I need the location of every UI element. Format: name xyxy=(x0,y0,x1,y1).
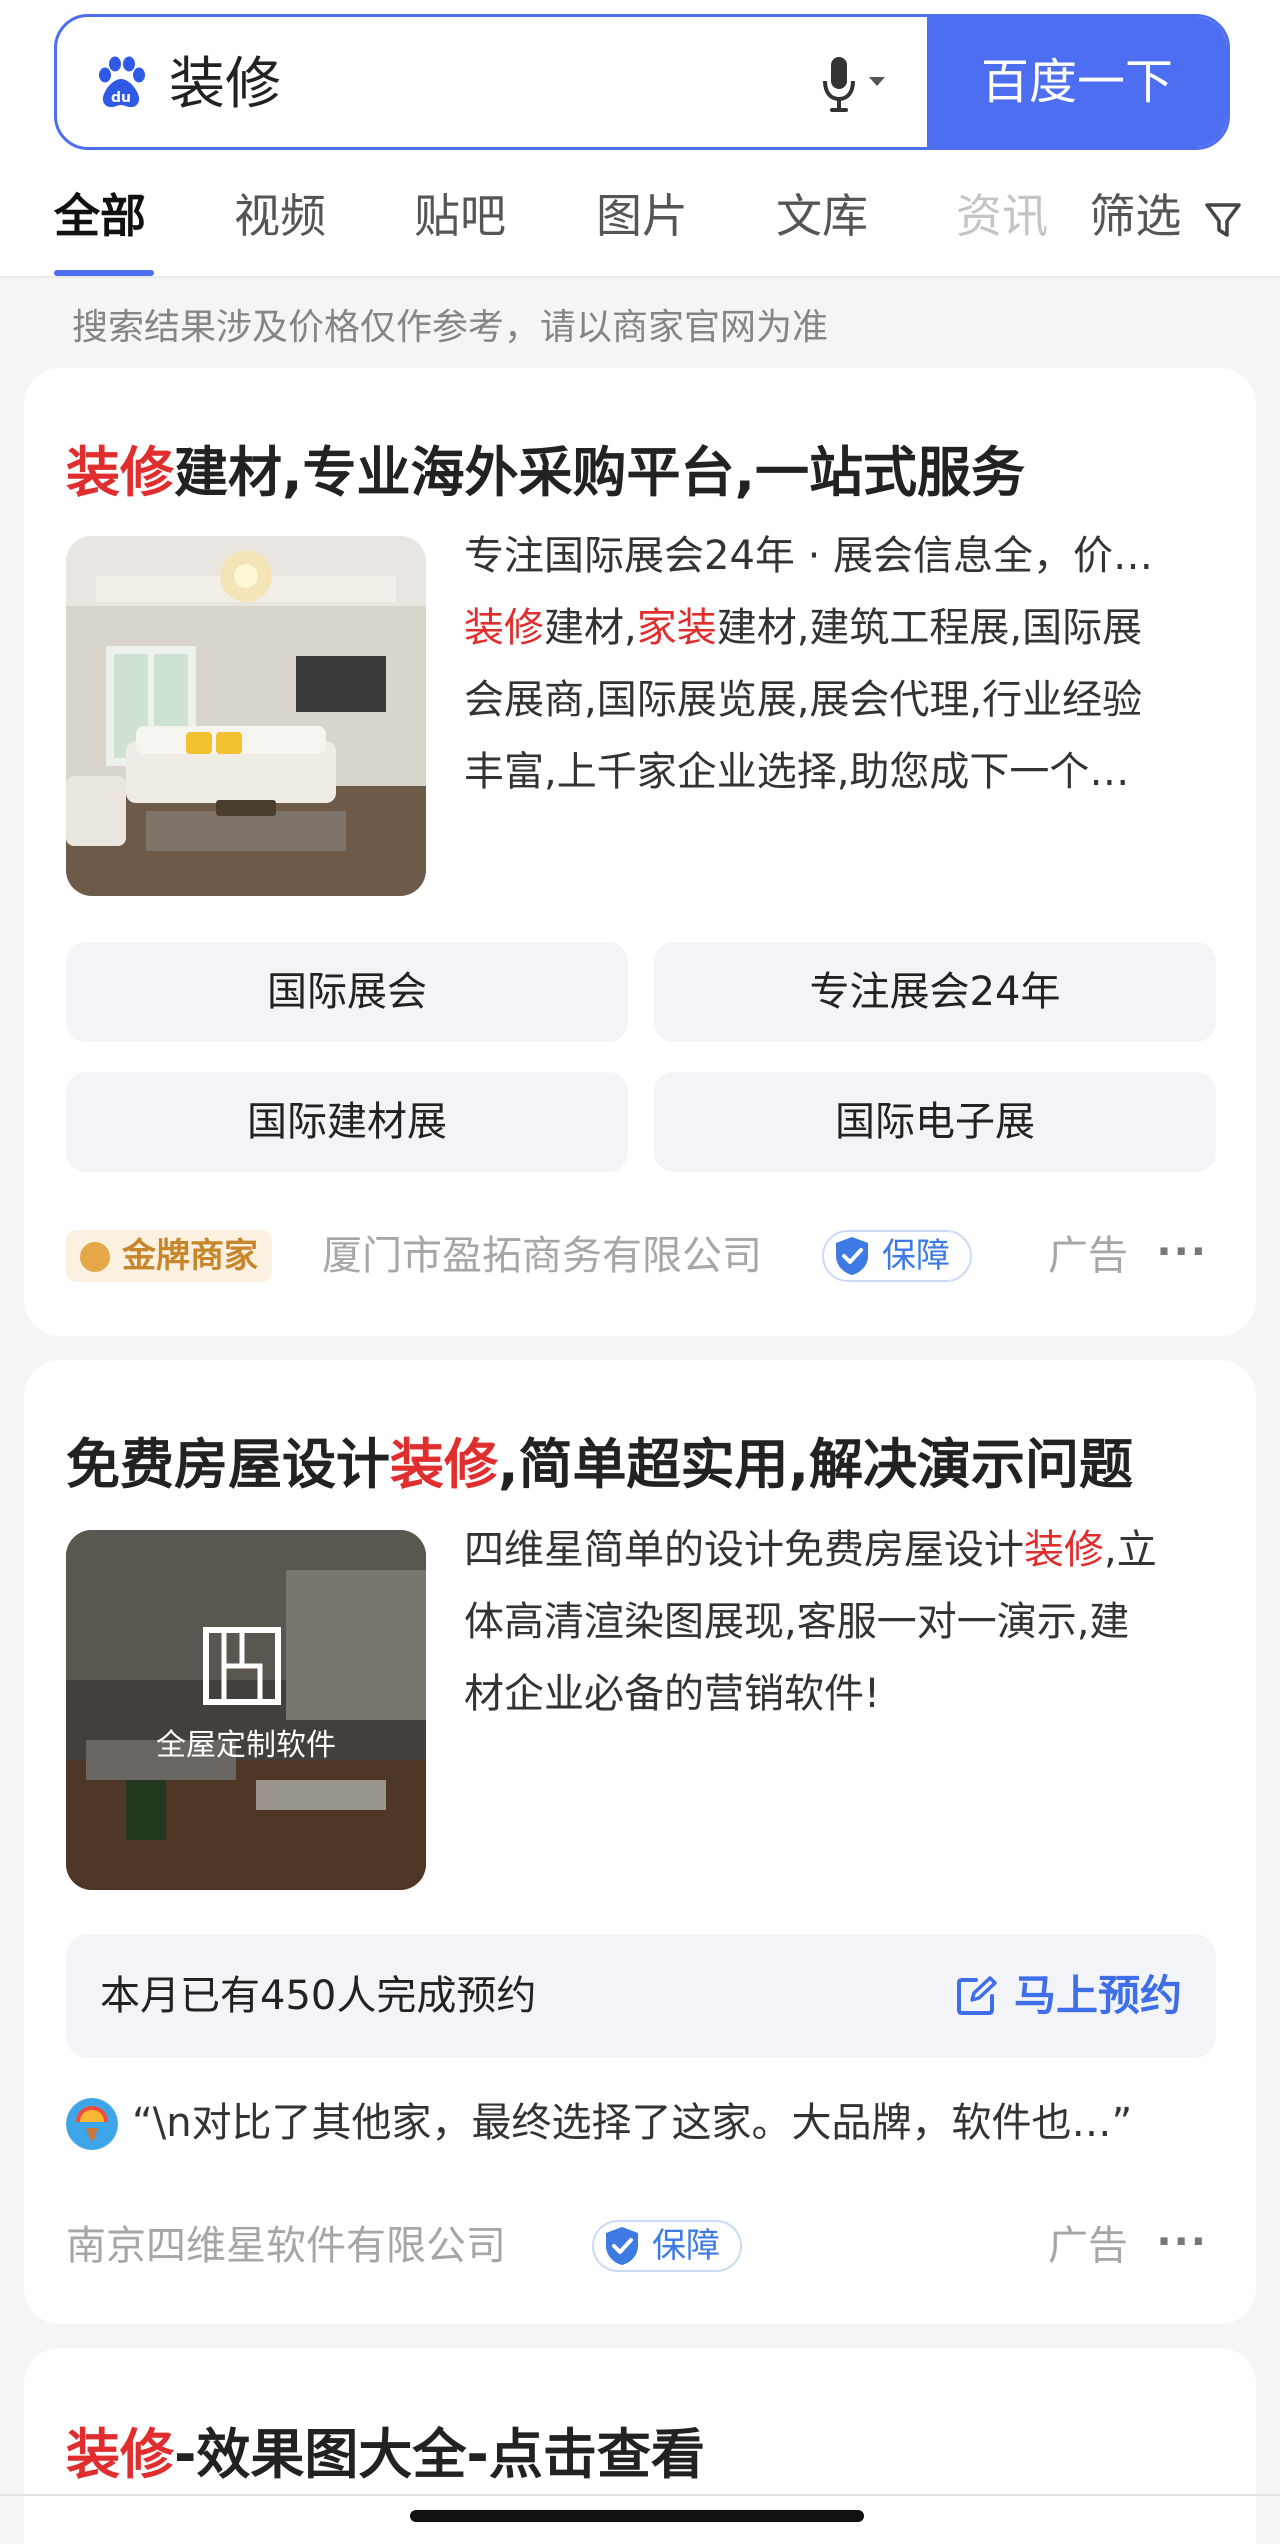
sitelink-chip[interactable]: 国际展会 xyxy=(66,942,628,1042)
desc-line: 体高清渲染图展现,客服一对一演示,建 xyxy=(464,1599,1130,1645)
title-highlight: 装修 xyxy=(66,2423,174,2486)
ad-label: 广告 xyxy=(1048,2223,1128,2269)
funnel-icon xyxy=(1205,202,1241,237)
guarantee-badge[interactable]: 保障 xyxy=(822,1230,972,1282)
shield-check-icon xyxy=(836,1237,868,1275)
booking-bar[interactable]: 本月已有450人完成预约 马上预约 xyxy=(66,1934,1216,2058)
software-thumbnail[interactable]: 全屋定制软件 xyxy=(66,1530,426,1890)
svg-text:du: du xyxy=(111,90,131,106)
filter-label: 筛选 xyxy=(1089,189,1182,243)
edit-icon xyxy=(956,1975,997,2015)
title-text: ,简单超实用,解决演示问题 xyxy=(498,1433,1134,1496)
booking-count-text: 本月已有450人完成预约 xyxy=(100,1973,537,2019)
result-footer: 金牌商家 厦门市盈拓商务有限公司 保障 广告 ··· xyxy=(66,1228,1216,1288)
search-input[interactable]: 装修 xyxy=(169,45,281,125)
guarantee-label: 保障 xyxy=(882,1236,950,1276)
company-name[interactable]: 南京四维星软件有限公司 xyxy=(66,2218,506,2274)
review-quote: “\n对比了其他家，最终选择了这家。大品牌，软件也…” xyxy=(132,2100,1133,2146)
gold-merchant-badge: 金牌商家 xyxy=(66,1230,272,1282)
desc-highlight: 装修 xyxy=(1024,1527,1104,1573)
price-notice: 搜索结果涉及价格仅作参考，请以商家官网为准 xyxy=(72,307,829,348)
desc-line: 装修建材,家装建材,建筑工程展,国际展 xyxy=(464,592,1224,664)
result-title[interactable]: 装修建材,专业海外采购平台,一站式服务 xyxy=(66,428,1025,507)
result-title[interactable]: 装修-效果图大全-点击查看 xyxy=(66,2410,705,2489)
result-title[interactable]: 免费房屋设计装修,简单超实用,解决演示问题 xyxy=(66,1420,1133,1499)
title-highlight: 装修 xyxy=(66,441,174,504)
reviewer-avatar xyxy=(66,2098,118,2150)
tab-tieba[interactable]: 贴吧 xyxy=(414,180,506,246)
active-tab-indicator xyxy=(54,270,154,276)
search-header: du 装修 百度一下 全部 视频 贴吧 图片 文库 资讯 筛选 xyxy=(0,0,1280,278)
desc-line: 专注国际展会24年 · 展会信息全，价… xyxy=(464,533,1154,579)
result-description: 四维星简单的设计免费房屋设计装修,立 体高清渲染图展现,客服一对一演示,建 材企… xyxy=(464,1514,1224,1730)
thumbnail-caption: 全屋定制软件 xyxy=(156,1728,336,1763)
result-description: 专注国际展会24年 · 展会信息全，价… 装修建材,家装建材,建筑工程展,国际展… xyxy=(464,520,1224,808)
company-name[interactable]: 厦门市盈拓商务有限公司 xyxy=(322,1228,762,1284)
microphone-icon[interactable] xyxy=(819,53,899,117)
book-now-label: 马上预约 xyxy=(1013,1971,1182,2020)
title-highlight: 装修 xyxy=(390,1433,498,1496)
tab-all[interactable]: 全部 xyxy=(54,180,146,246)
more-options-icon[interactable]: ··· xyxy=(1156,2218,1208,2266)
desc-line: 丰富,上千家企业选择,助您成下一个… xyxy=(464,749,1130,795)
sitelink-chip[interactable]: 国际建材展 xyxy=(66,1072,628,1172)
badge-label: 金牌商家 xyxy=(122,1236,258,1276)
search-tabs: 全部 视频 贴吧 图片 文库 资讯 筛选 xyxy=(0,170,1280,278)
user-review[interactable]: “\n对比了其他家，最终选择了这家。大品牌，软件也…” xyxy=(66,2090,1226,2160)
search-button[interactable]: 百度一下 xyxy=(927,17,1227,147)
home-indicator[interactable] xyxy=(410,2510,864,2522)
tab-video[interactable]: 视频 xyxy=(234,180,326,246)
ad-result-card[interactable]: 免费房屋设计装修,简单超实用,解决演示问题 全屋定制软件 四维星简单的设计免费房… xyxy=(24,1360,1256,2324)
guarantee-badge[interactable]: 保障 xyxy=(592,2220,742,2272)
desc-highlight: 家装 xyxy=(636,605,717,651)
more-options-icon[interactable]: ··· xyxy=(1156,1228,1208,1276)
ad-label: 广告 xyxy=(1048,1233,1128,1279)
desc-line: 四维星简单的设计免费房屋设计装修,立 xyxy=(464,1514,1224,1586)
filter-button[interactable]: 筛选 xyxy=(1089,180,1244,246)
sitelink-chip[interactable]: 专注展会24年 xyxy=(654,942,1216,1042)
baidu-paw-icon: du xyxy=(99,56,145,108)
shield-check-icon xyxy=(606,2227,638,2265)
result-footer: 南京四维星软件有限公司 保障 广告 ··· xyxy=(66,2218,1216,2278)
desc-text: 建材, xyxy=(544,605,637,651)
book-now-button[interactable]: 马上预约 xyxy=(954,1934,1182,2058)
desc-text: ,立 xyxy=(1104,1527,1157,1573)
tab-wenku[interactable]: 文库 xyxy=(776,180,868,246)
sitelink-chip[interactable]: 国际电子展 xyxy=(654,1072,1216,1172)
title-text: 建材,专业海外采购平台,一站式服务 xyxy=(174,441,1026,504)
ad-result-card[interactable]: 装修建材,专业海外采购平台,一站式服务 专注国际展会24年 · 展会信息全，价…… xyxy=(24,368,1256,1336)
desc-highlight: 装修 xyxy=(464,605,544,651)
search-bar[interactable]: du 装修 百度一下 xyxy=(54,14,1230,150)
desc-text: 建材,建筑工程展,国际展 xyxy=(716,605,1143,651)
tab-images[interactable]: 图片 xyxy=(596,180,688,246)
tab-news[interactable]: 资讯 xyxy=(956,180,1048,246)
guarantee-label: 保障 xyxy=(652,2226,720,2266)
title-text: -效果图大全-点击查看 xyxy=(174,2423,705,2486)
living-room-thumbnail[interactable] xyxy=(66,536,426,896)
desc-line: 材企业必备的营销软件! xyxy=(464,1671,881,1717)
title-text: 免费房屋设计 xyxy=(66,1433,390,1496)
medal-icon xyxy=(80,1242,110,1272)
bottom-divider xyxy=(0,2494,1280,2496)
desc-line: 会展商,国际展览展,展会代理,行业经验 xyxy=(464,677,1143,723)
desc-text: 四维星简单的设计免费房屋设计 xyxy=(464,1527,1024,1573)
